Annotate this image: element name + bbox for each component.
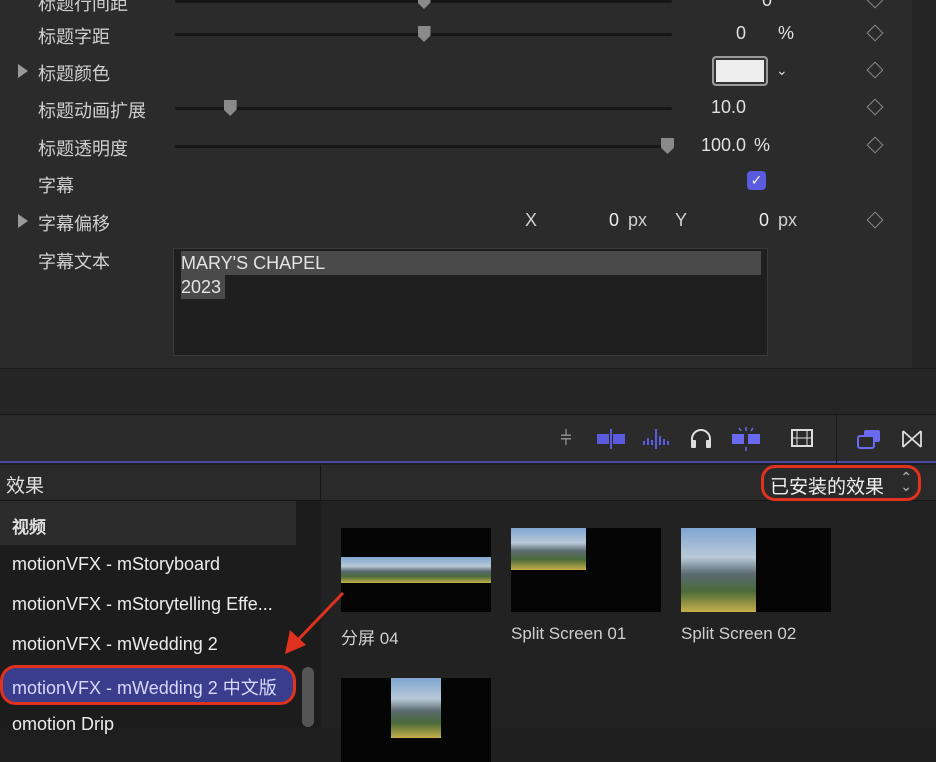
transitions-icon[interactable] (896, 427, 928, 451)
value[interactable]: 10.0 (711, 97, 746, 118)
slider[interactable] (175, 26, 672, 42)
label: 标题动画扩展 (38, 101, 146, 121)
effect-thumbnail[interactable] (341, 678, 491, 762)
audio-waveform-icon[interactable] (640, 427, 672, 451)
clip-connect-icon[interactable]: ⫩ (550, 427, 582, 451)
inspector-scrollbar[interactable] (912, 0, 936, 368)
keyframe-icon[interactable] (866, 61, 884, 79)
row-title-anim-spread: 标题动画扩展 10.0 (0, 93, 912, 123)
list-item[interactable]: motionVFX - mWedding 2 (0, 625, 296, 665)
inspector-panel: 标题行间距 0 标题字距 0 % 标题颜色 ⌄ 标题动画扩展 10.0 标题透明… (0, 0, 912, 368)
list-item[interactable]: motionVFX - mStorytelling Effe... (0, 585, 296, 625)
unit: % (753, 135, 770, 155)
sidebar-scrollbar[interactable] (302, 667, 314, 727)
value[interactable]: 100.0 (701, 135, 746, 156)
divider (0, 368, 936, 415)
slider[interactable] (175, 100, 672, 116)
row-subtitle-offset: 字幕偏移 X 0 px Y 0 px (0, 206, 912, 236)
row-subtitle: 字幕 ✓ (0, 168, 912, 198)
divider (320, 465, 321, 501)
text-line: MARY'S CHAPEL (181, 251, 761, 275)
y-value[interactable]: 0 (759, 210, 769, 231)
slider-knob[interactable] (661, 138, 675, 154)
text-line: 2023 (181, 275, 226, 299)
filmstrip-icon[interactable] (786, 427, 818, 451)
label: 字幕偏移 (38, 214, 110, 234)
keyframe-icon[interactable] (866, 24, 884, 42)
effect-thumbnail[interactable] (341, 528, 491, 612)
headphones-icon[interactable] (685, 427, 717, 451)
slider[interactable] (175, 0, 672, 9)
effect-label: 分屏 04 (341, 629, 399, 648)
effect-label: Split Screen 02 (681, 624, 797, 643)
filter-label: 已安装的效果 (770, 477, 885, 498)
unit: % (777, 23, 794, 43)
keyframe-icon[interactable] (866, 136, 884, 154)
browser-icon[interactable] (853, 427, 885, 451)
label: 字幕 (38, 176, 74, 196)
up-down-chevron-icon: ⌃ ⌄ (900, 469, 912, 494)
effects-header: 效果 已安装的效果 ⌃ ⌄ (0, 465, 936, 501)
chevron-down-icon[interactable]: ⌄ (776, 62, 788, 79)
subtitle-checkbox[interactable]: ✓ (747, 171, 766, 190)
subtitle-text-input[interactable]: MARY'S CHAPEL 2023 (173, 248, 768, 356)
effects-grid: 分屏 04 Split Screen 01 Split Screen 02 (321, 501, 936, 762)
disclosure-triangle-icon[interactable] (18, 64, 28, 78)
effects-title: 效果 (6, 476, 45, 497)
row-title-opacity: 标题透明度 100.0 % (0, 131, 912, 161)
value[interactable]: 0 (762, 0, 772, 11)
split-icon[interactable] (595, 427, 627, 451)
row-title-line-spacing: 标题行间距 0 (0, 0, 912, 16)
separator (836, 415, 837, 463)
y-label: Y (675, 210, 688, 230)
x-unit: px (628, 210, 648, 230)
effect-thumbnail[interactable] (511, 528, 661, 612)
label: 标题行间距 (38, 0, 128, 14)
row-title-tracking: 标题字距 0 % (0, 19, 912, 49)
effects-sidebar: 视频 motionVFX - mStoryboard motionVFX - m… (0, 501, 320, 734)
keyframe-icon[interactable] (866, 98, 884, 116)
list-item-selected[interactable]: motionVFX - mWedding 2 中文版 (0, 665, 296, 705)
x-label: X (525, 210, 538, 230)
label: 标题透明度 (38, 139, 128, 159)
y-unit: px (778, 210, 798, 230)
list-item[interactable]: omotion Drip (0, 705, 296, 745)
x-value[interactable]: 0 (609, 210, 619, 231)
label: 标题颜色 (38, 64, 110, 84)
value[interactable]: 0 (736, 23, 746, 44)
effect-thumbnail[interactable] (681, 528, 831, 612)
snapping-icon[interactable] (730, 427, 762, 451)
list-item[interactable]: motionVFX - mStoryboard (0, 545, 296, 585)
keyframe-icon[interactable] (866, 211, 884, 229)
color-swatch[interactable] (712, 56, 768, 86)
category-video[interactable]: 视频 (0, 501, 296, 545)
installed-effects-popup[interactable]: 已安装的效果 ⌃ ⌄ (761, 465, 921, 501)
slider-knob[interactable] (223, 100, 237, 116)
disclosure-triangle-icon[interactable] (18, 214, 28, 228)
slider[interactable] (175, 138, 675, 154)
slider-knob[interactable] (417, 26, 431, 42)
timeline-toolbar: ⫩ (0, 415, 936, 463)
keyframe-icon[interactable] (866, 0, 884, 9)
effect-label: Split Screen 01 (511, 624, 627, 643)
row-title-color: 标题颜色 ⌄ (0, 56, 912, 86)
label: 字幕文本 (38, 252, 110, 272)
label: 标题字距 (38, 27, 110, 47)
